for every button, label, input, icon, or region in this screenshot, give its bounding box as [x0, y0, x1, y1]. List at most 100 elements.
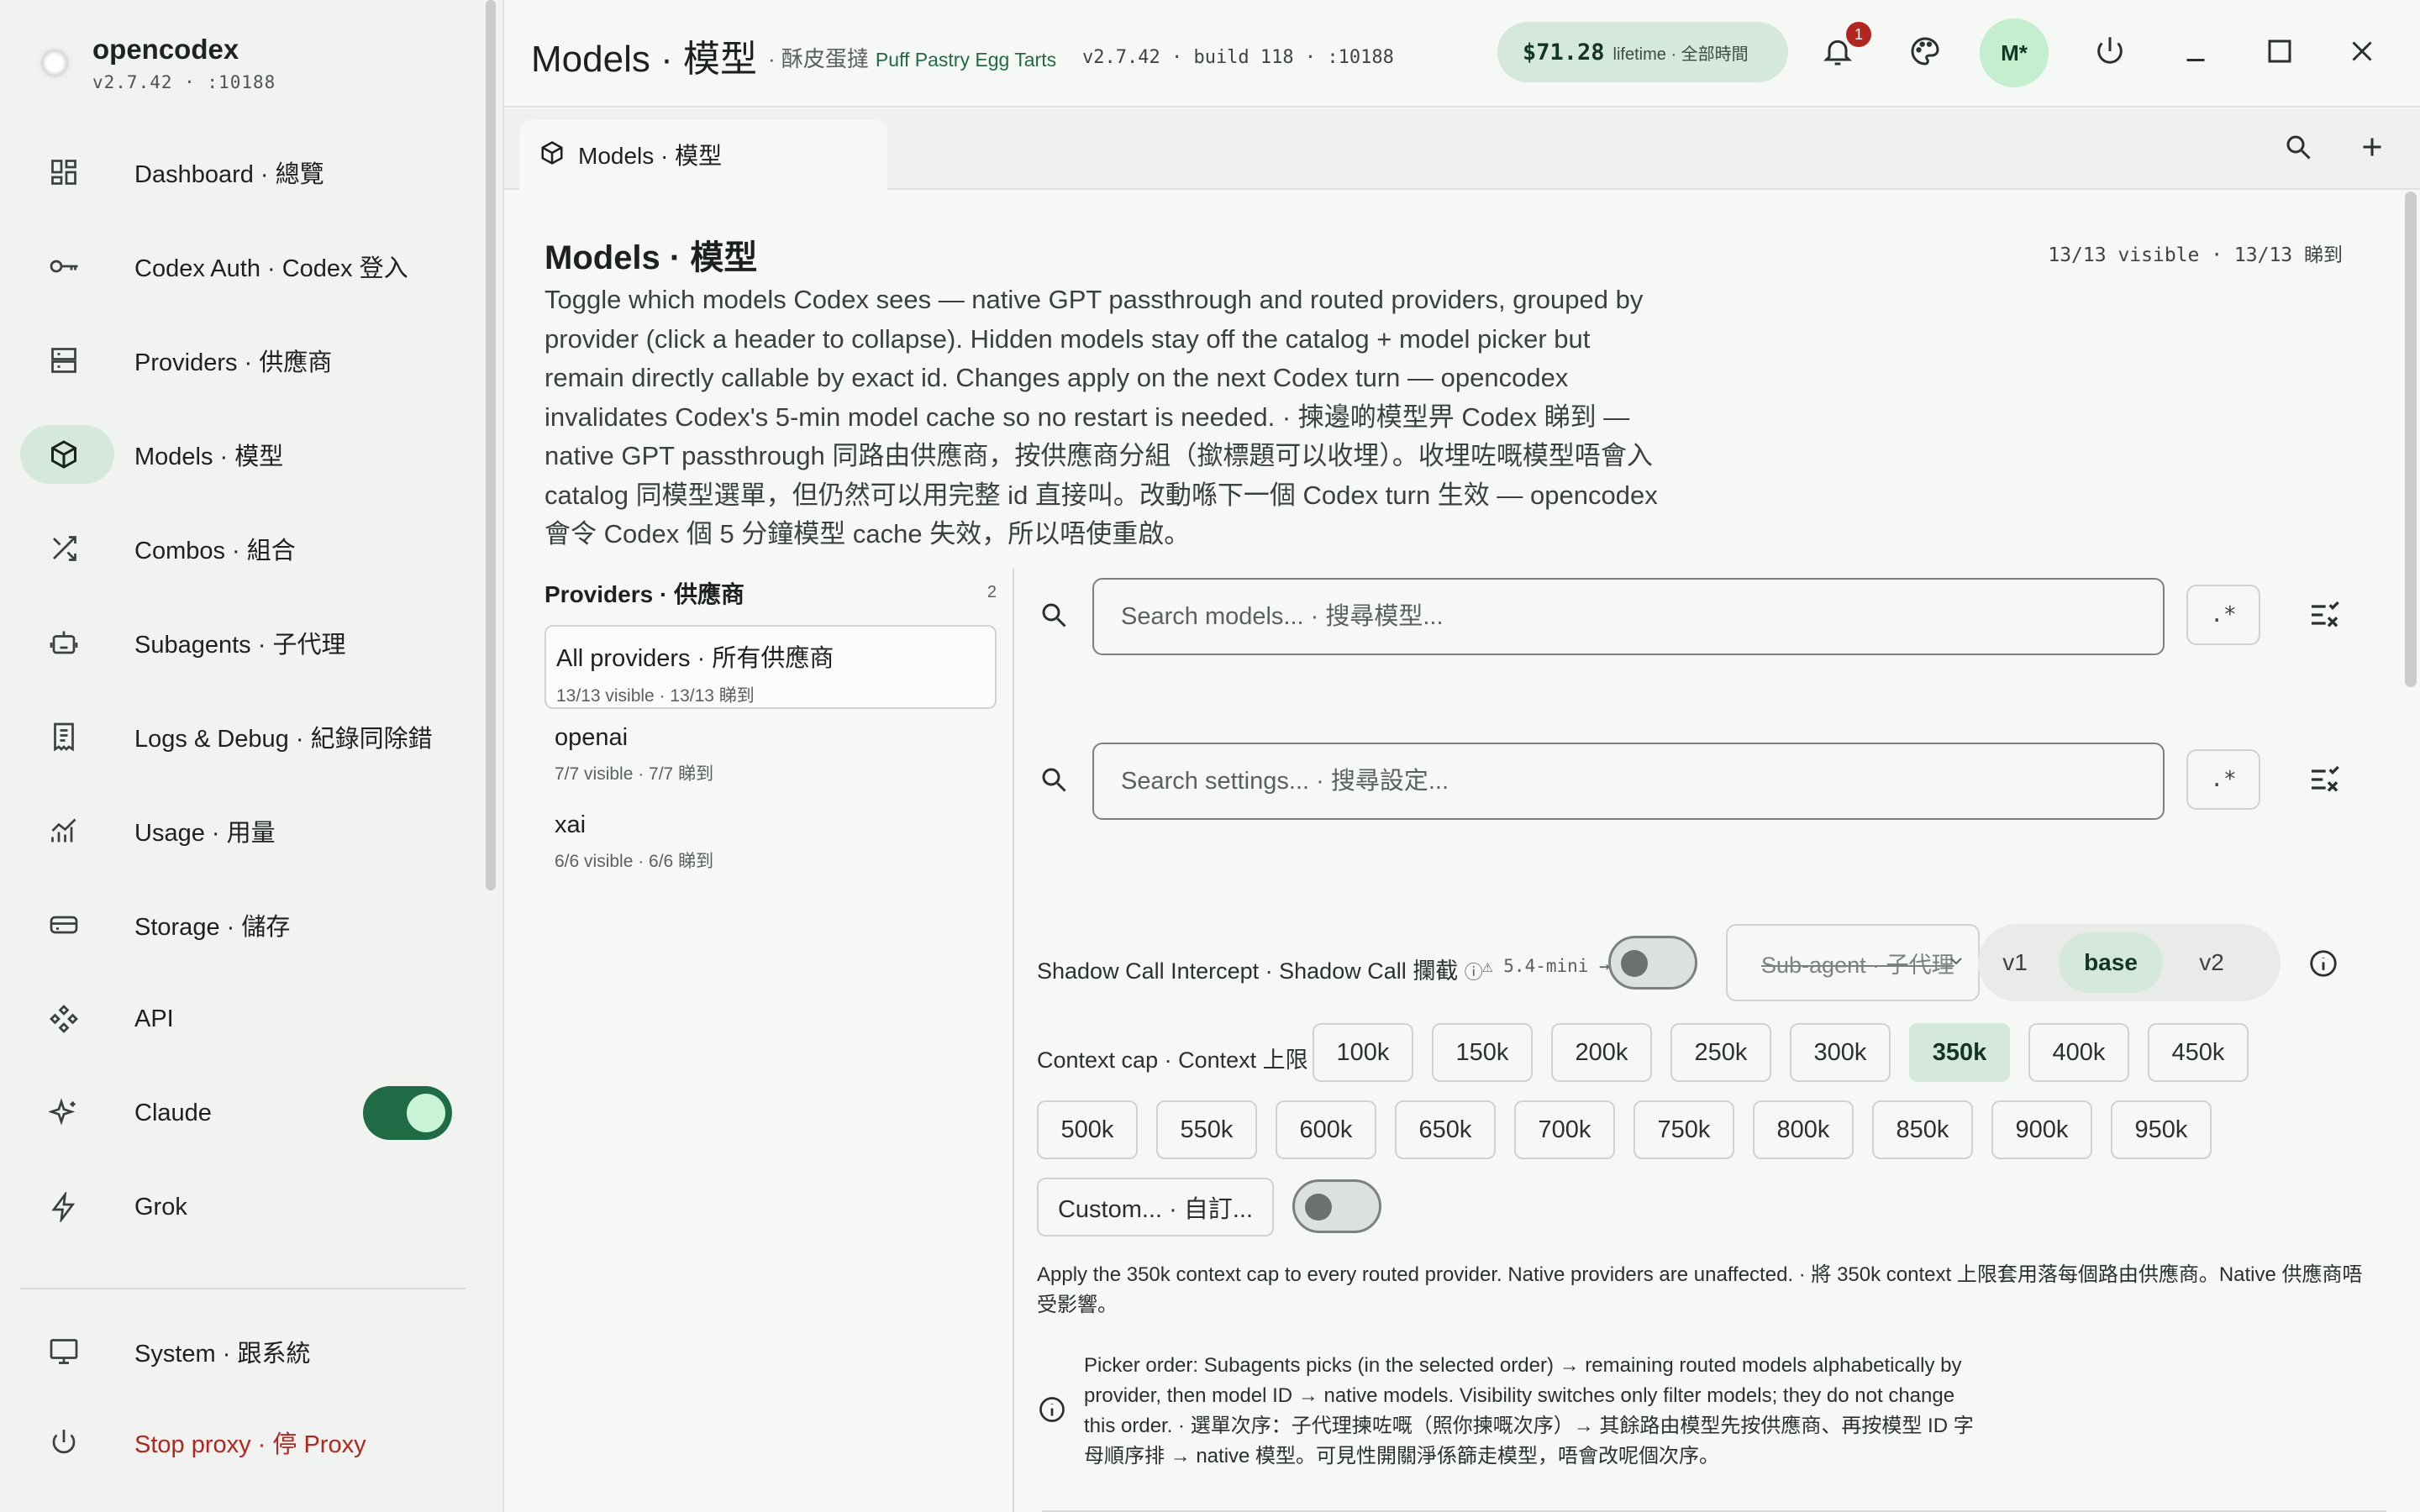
sidebar-item-dashboard[interactable]: Dashboard · 總覽 [20, 143, 469, 202]
info-icon[interactable]: ⓘ [1465, 962, 1483, 983]
shadow-info-icon[interactable] [2307, 948, 2339, 984]
regex-toggle-button[interactable]: .* [2186, 585, 2260, 645]
server-icon [47, 344, 81, 377]
shadow-call-toggle[interactable] [1608, 936, 1697, 990]
sidebar-item-combos[interactable]: Combos · 組合 [20, 519, 469, 578]
page-header-title: Models · 模型 [531, 39, 757, 80]
content-scrollbar[interactable] [2405, 192, 2417, 687]
sidebar-item-label: API [134, 1005, 174, 1032]
providers-title: Providers · 供應商 [544, 581, 745, 607]
context-chip-750k[interactable]: 750k [1634, 1100, 1734, 1159]
provider-item-all[interactable]: All providers · 所有供應商 13/13 visible · 13… [544, 625, 997, 709]
monitor-icon [47, 1335, 81, 1368]
context-chip-500k[interactable]: 500k [1037, 1100, 1138, 1159]
sidebar-item-subagents[interactable]: Subagents · 子代理 [20, 613, 469, 672]
subagent-select[interactable]: Sub-agent · 子代理 [1726, 924, 1980, 1001]
sidebar-scrollbar[interactable] [486, 0, 496, 890]
provider-name: All providers · 所有供應商 [556, 645, 834, 672]
context-chip-250k[interactable]: 250k [1670, 1023, 1771, 1082]
provider-item-xai[interactable]: xai 6/6 visible · 6/6 睇到 [544, 800, 997, 884]
providers-header: Providers · 供應商 2 [544, 576, 997, 610]
theme-button[interactable] [1902, 30, 1948, 76]
subtitle-zh: · 酥皮蛋撻 [768, 46, 869, 71]
context-chip-600k[interactable]: 600k [1276, 1100, 1376, 1159]
sidebar-item-models[interactable]: Models · 模型 [20, 425, 469, 484]
new-tab-button[interactable] [2349, 126, 2395, 171]
provider-item-openai[interactable]: openai 7/7 visible · 7/7 睇到 [544, 712, 997, 796]
cost-amount: $71.28 [1523, 39, 1605, 66]
api-icon [47, 1002, 81, 1036]
sidebar: opencodex v2.7.42 · :10188 Dashboard · 總… [0, 0, 504, 1512]
regex-toggle-button[interactable]: .* [2186, 749, 2260, 810]
storage-icon [47, 908, 81, 942]
avatar[interactable]: M* [1980, 18, 2049, 87]
robot-icon [47, 626, 81, 659]
shadow-call-row: Shadow Call Intercept · Shadow Call 攔截 ⓘ… [1037, 924, 2381, 1005]
model-search-row: .* [1032, 576, 2376, 657]
context-chip-200k[interactable]: 200k [1551, 1023, 1652, 1082]
maximize-icon [2265, 36, 2295, 71]
shadow-call-label-text: Shadow Call Intercept · Shadow Call 攔截 [1037, 958, 1459, 984]
context-cap-label: Context cap · Context 上限 [1037, 1047, 1308, 1073]
version-option-v1[interactable]: v1 [1981, 932, 2049, 993]
header-subtitle: · 酥皮蛋撻 Puff Pastry Egg Tarts [768, 42, 1056, 73]
clear-filter-icon[interactable] [2307, 598, 2341, 632]
key-icon [47, 249, 81, 283]
sidebar-item-api[interactable]: API [20, 990, 469, 1048]
context-chip-950k[interactable]: 950k [2111, 1100, 2212, 1159]
maximize-button[interactable] [2257, 30, 2302, 76]
context-chip-150k[interactable]: 150k [1432, 1023, 1533, 1082]
search-icon [1039, 600, 1072, 633]
context-chip-550k[interactable]: 550k [1156, 1100, 1257, 1159]
search-settings-input[interactable] [1092, 743, 2165, 820]
power-button[interactable] [2087, 30, 2133, 76]
lifetime-cost-badge[interactable]: $71.28 lifetime · 全部時間 [1497, 22, 1788, 82]
shadow-warning: ⚠ 5.4-mini → [1482, 956, 1610, 976]
context-chip-400k[interactable]: 400k [2028, 1023, 2129, 1082]
sidebar-item-codex-auth[interactable]: Codex Auth · Codex 登入 [20, 237, 469, 296]
info-icon [1037, 1394, 1067, 1425]
context-chip-850k[interactable]: 850k [1872, 1100, 1973, 1159]
minimize-icon [2181, 36, 2211, 71]
context-chip-100k[interactable]: 100k [1313, 1023, 1413, 1082]
minimize-button[interactable] [2173, 30, 2218, 76]
tab-bar: Models · 模型 [504, 109, 2420, 190]
sidebar-item-system[interactable]: System · 跟系統 [20, 1322, 469, 1381]
context-chip-300k[interactable]: 300k [1790, 1023, 1891, 1082]
context-chip-650k[interactable]: 650k [1395, 1100, 1496, 1159]
subagent-select-value: Sub-agent · 子代理 [1761, 952, 1954, 978]
sidebar-item-usage[interactable]: Usage · 用量 [20, 801, 469, 860]
close-button[interactable] [2339, 30, 2385, 76]
close-icon [2347, 36, 2377, 71]
sidebar-item-label: Subagents · 子代理 [134, 632, 346, 659]
sidebar-item-providers[interactable]: Providers · 供應商 [20, 331, 469, 390]
custom-context-toggle[interactable] [1292, 1179, 1381, 1233]
context-chip-custom[interactable]: Custom... · 自訂... [1037, 1178, 1274, 1236]
context-chip-450k[interactable]: 450k [2148, 1023, 2249, 1082]
sidebar-item-label: Providers · 供應商 [134, 349, 333, 376]
shadow-call-label: Shadow Call Intercept · Shadow Call 攔截 ⓘ [1037, 953, 1483, 985]
claude-toggle[interactable] [363, 1086, 452, 1140]
picker-order-note: Picker order: Subagents picks (in the se… [1084, 1354, 1974, 1467]
clear-filter-icon[interactable] [2307, 763, 2341, 796]
version-option-v2[interactable]: v2 [2170, 932, 2254, 993]
sidebar-item-storage[interactable]: Storage · 儲存 [20, 895, 469, 954]
plus-icon [2357, 132, 2387, 166]
sidebar-item-grok[interactable]: Grok [20, 1178, 469, 1236]
context-chip-900k[interactable]: 900k [1991, 1100, 2092, 1159]
sidebar-item-label: Usage · 用量 [134, 820, 276, 847]
version-option-base[interactable]: base [2059, 932, 2163, 993]
sidebar-item-logs[interactable]: Logs & Debug · 紀錄同除錯 [20, 707, 469, 766]
toggle-knob [1621, 950, 1648, 977]
stop-proxy-label: Stop proxy · 停 Proxy [134, 1431, 366, 1458]
cube-icon [47, 438, 81, 471]
version-segmented-control: v1 base v2 [1978, 924, 2281, 1001]
context-chip-350k[interactable]: 350k [1909, 1023, 2010, 1082]
context-chip-800k[interactable]: 800k [1753, 1100, 1854, 1159]
tab-models[interactable]: Models · 模型 [519, 119, 887, 190]
sidebar-item-label: Grok [134, 1193, 187, 1221]
stop-proxy-button[interactable]: Stop proxy · 停 Proxy [20, 1413, 469, 1472]
tab-search-button[interactable] [2275, 126, 2321, 171]
context-chip-700k[interactable]: 700k [1514, 1100, 1615, 1159]
search-models-input[interactable] [1092, 578, 2165, 655]
